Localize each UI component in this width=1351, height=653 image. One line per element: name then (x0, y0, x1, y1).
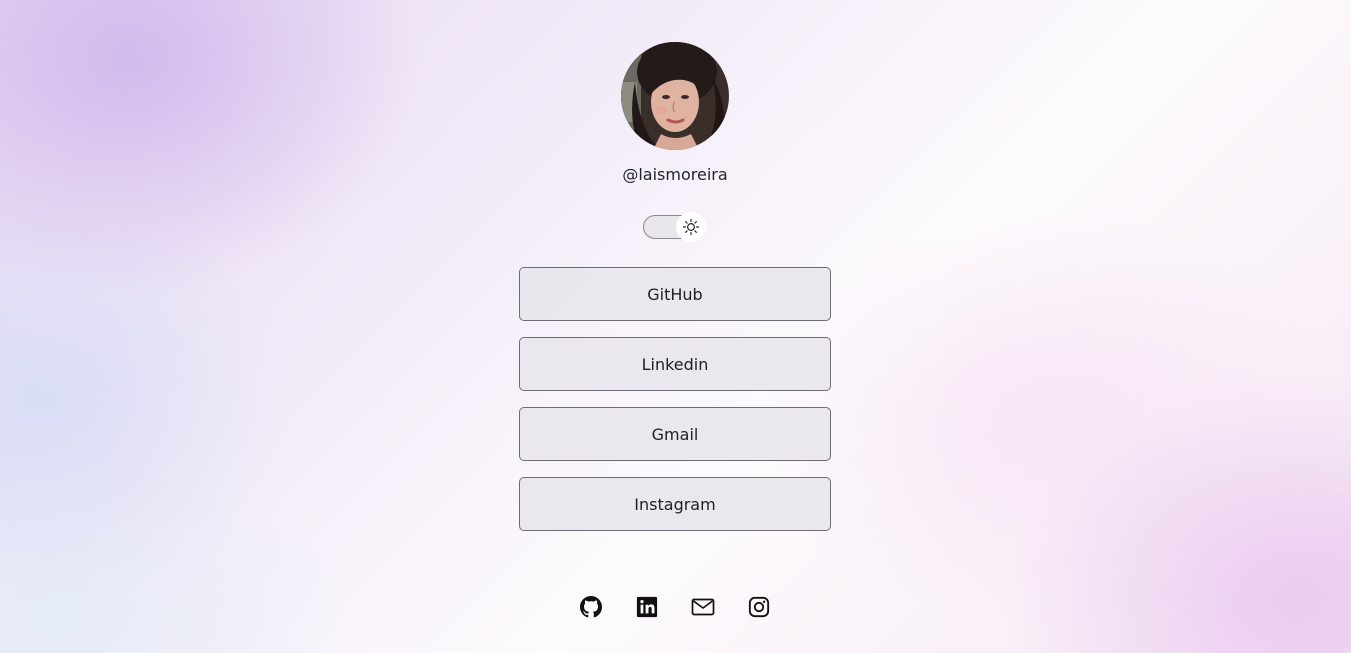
page: @laismoreira GitHub Linkedin Gmail Insta… (0, 0, 1351, 653)
mail-icon[interactable] (690, 594, 716, 620)
instagram-link-button[interactable]: Instagram (519, 477, 831, 531)
github-link-button[interactable]: GitHub (519, 267, 831, 321)
social-icons (575, 594, 775, 620)
toggle-knob (676, 212, 706, 242)
link-list: GitHub Linkedin Gmail Instagram (519, 267, 831, 547)
profile-handle: @laismoreira (622, 165, 728, 184)
avatar-photo (621, 42, 729, 150)
linkedin-link-button[interactable]: Linkedin (519, 337, 831, 391)
sun-icon (682, 218, 700, 236)
gmail-link-button[interactable]: Gmail (519, 407, 831, 461)
github-icon[interactable] (578, 594, 604, 620)
avatar (621, 42, 729, 150)
instagram-icon[interactable] (746, 594, 772, 620)
linkedin-icon[interactable] (634, 594, 660, 620)
theme-toggle[interactable] (643, 212, 706, 242)
